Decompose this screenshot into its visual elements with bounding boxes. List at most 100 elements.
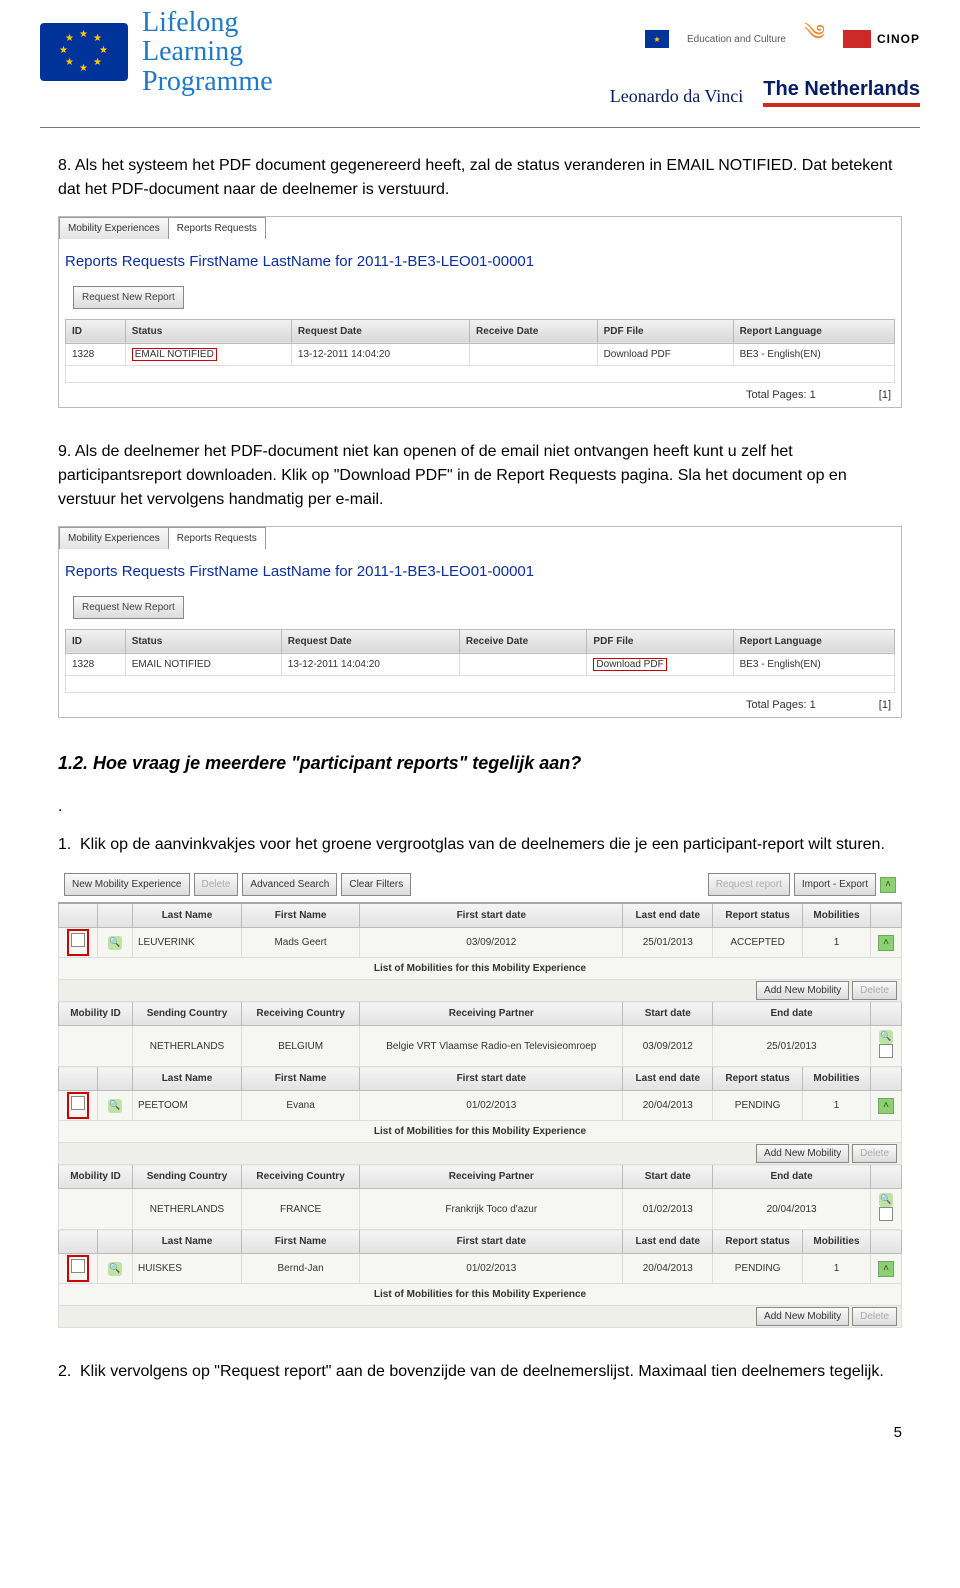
right-logos: ★ Education and Culture ༄ CINOP Leonardo… [610,8,920,107]
col-mobilities: Mobilities [802,1067,870,1091]
clear-filters-button[interactable]: Clear Filters [341,873,411,896]
table-row: NETHERLANDS BELGIUM Belgie VRT Vlaamse R… [59,1026,902,1067]
tab-mobility[interactable]: Mobility Experiences [59,217,169,239]
cell-last-end: 25/01/2013 [623,928,713,958]
table-row: 🔍 HUISKES Bernd-Jan 01/02/2013 20/04/201… [59,1254,902,1284]
cell-sending: NETHERLANDS [133,1189,242,1230]
col-receiving-partner: Receiving Partner [360,1165,623,1189]
col-report-status: Report status [713,1230,803,1254]
header-divider [40,127,920,128]
cell-mobilities: 1 [802,1091,870,1121]
delete-button[interactable]: Delete [852,1307,897,1326]
paragraph-8: 8. Als het systeem het PDF document gege… [58,154,902,202]
col-first-start: First start date [360,903,623,928]
expand-row-icon[interactable]: ˄ [878,1261,894,1277]
cell-mobilities: 1 [802,1254,870,1284]
cell-first-start: 01/02/2013 [360,1254,623,1284]
screenshot-2: Mobility Experiences Reports Requests Re… [58,526,902,718]
expand-row-icon[interactable]: ˄ [878,1098,894,1114]
request-new-report-button[interactable]: Request New Report [73,596,184,619]
cell-request-date: 13-12-2011 14:04:20 [291,343,469,365]
expand-row-icon[interactable]: ˄ [878,935,894,951]
add-new-mobility-button[interactable]: Add New Mobility [756,1307,849,1326]
col-first-start: First start date [360,1230,623,1254]
llp-line2: Learning [142,37,273,66]
eu-flag-icon: ★★ ★★ ★★ ★★ [40,23,128,81]
tab-reports-requests[interactable]: Reports Requests [168,217,266,239]
cell-start-date: 01/02/2013 [623,1189,713,1230]
col-end-date: End date [713,1002,871,1026]
magnifier-icon[interactable]: 🔍 [879,1030,893,1044]
col-mobility-id: Mobility ID [59,1165,133,1189]
list-number-2: 2. [58,1360,80,1384]
checkbox[interactable] [71,1096,85,1110]
list-mobilities-subheader: List of Mobilities for this Mobility Exp… [59,1284,902,1306]
cell-download-pdf-highlight[interactable]: Download PDF [593,658,666,671]
ec-text: Education and Culture [687,34,786,45]
table-row: 1328 EMAIL NOTIFIED 13-12-2011 14:04:20 … [66,653,895,675]
col-mobilities: Mobilities [802,903,870,928]
cell-status: ACCEPTED [713,928,803,958]
cell-recv-country: FRANCE [241,1189,359,1230]
stray-dot: . [58,795,902,819]
cell-id: 1328 [66,653,126,675]
magnifier-icon[interactable]: 🔍 [108,1262,122,1276]
add-new-mobility-button[interactable]: Add New Mobility [756,981,849,1000]
col-report-status: Report status [713,903,803,928]
cinop-text: CINOP [877,32,920,46]
cinop-red-icon [843,30,871,48]
col-request-date: Request Date [281,629,459,653]
delete-button[interactable]: Delete [852,981,897,1000]
cell-recv-partner: Belgie VRT Vlaamse Radio-en Televisieomr… [360,1026,623,1067]
col-sending-country: Sending Country [133,1165,242,1189]
new-mobility-button[interactable]: New Mobility Experience [64,873,190,896]
checkbox[interactable] [71,1259,85,1273]
screenshot-3: New Mobility Experience Delete Advanced … [58,867,902,1328]
col-receive-date: Receive Date [470,319,598,343]
cell-lastname: HUISKES [133,1254,242,1284]
delete-button[interactable]: Delete [194,873,239,896]
advanced-search-button[interactable]: Advanced Search [242,873,337,896]
col-last-end: Last end date [623,903,713,928]
checkbox[interactable] [879,1044,893,1058]
col-first-name: First Name [241,1230,359,1254]
magnifier-icon[interactable]: 🔍 [108,936,122,950]
page-1-link[interactable]: [1] [879,697,891,714]
cell-lastname: PEETOOM [133,1091,242,1121]
checkbox[interactable] [71,933,85,947]
magnifier-icon[interactable]: 🔍 [879,1193,893,1207]
table-row: 🔍 LEUVERINK Mads Geert 03/09/2012 25/01/… [59,928,902,958]
col-first-name: First Name [241,1067,359,1091]
delete-button[interactable]: Delete [852,1144,897,1163]
tab-mobility[interactable]: Mobility Experiences [59,527,169,549]
table-row: NETHERLANDS FRANCE Frankrijk Toco d'azur… [59,1189,902,1230]
col-last-name: Last Name [133,1067,242,1091]
cell-id: 1328 [66,343,126,365]
col-status: Status [125,629,281,653]
collapse-arrow-icon[interactable]: ˄ [880,877,896,893]
import-export-button[interactable]: Import - Export [794,873,876,896]
col-first-start: First start date [360,1067,623,1091]
col-last-name: Last Name [133,1230,242,1254]
list-mobilities-subheader: List of Mobilities for this Mobility Exp… [59,1121,902,1143]
tab-reports-requests[interactable]: Reports Requests [168,527,266,549]
col-first-name: First Name [241,903,359,928]
col-receive-date: Receive Date [459,629,587,653]
page-number: 5 [0,1424,960,1441]
cell-start-date: 03/09/2012 [623,1026,713,1067]
list-mobilities-subheader: List of Mobilities for this Mobility Exp… [59,958,902,980]
cell-recv-partner: Frankrijk Toco d'azur [360,1189,623,1230]
request-new-report-button[interactable]: Request New Report [73,286,184,309]
col-receiving-country: Receiving Country [241,1002,359,1026]
col-pdf-file: PDF File [597,319,733,343]
page-1-link[interactable]: [1] [879,387,891,404]
checkbox[interactable] [879,1207,893,1221]
col-mobility-id: Mobility ID [59,1002,133,1026]
magnifier-icon[interactable]: 🔍 [108,1099,122,1113]
add-new-mobility-button[interactable]: Add New Mobility [756,1144,849,1163]
col-status: Status [125,319,291,343]
cell-download-pdf[interactable]: Download PDF [597,343,733,365]
cell-status: PENDING [713,1091,803,1121]
request-report-button[interactable]: Request report [708,873,790,896]
col-sending-country: Sending Country [133,1002,242,1026]
